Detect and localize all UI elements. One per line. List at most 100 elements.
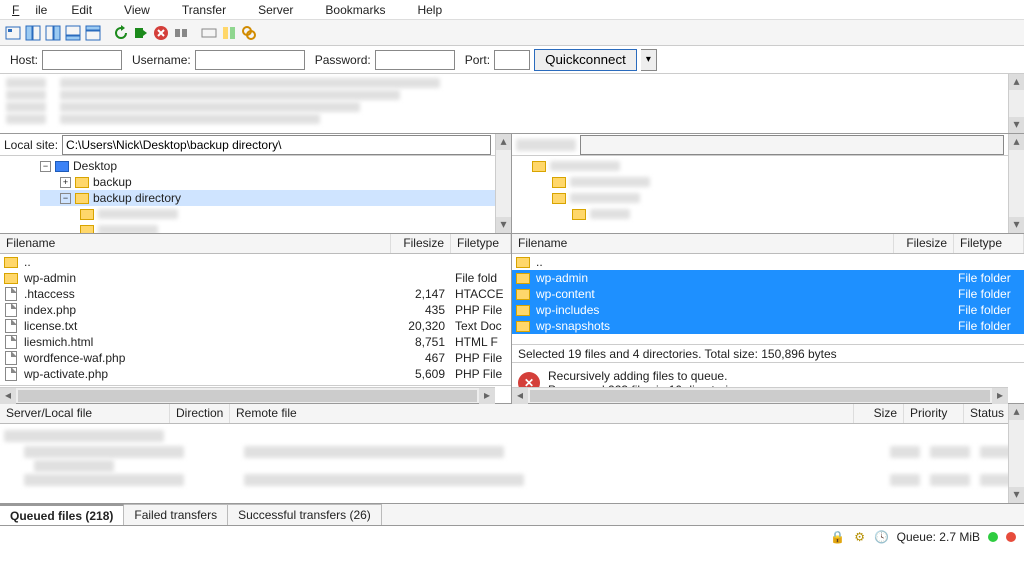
menu-edit[interactable]: Edit (55, 1, 108, 19)
file-icon (5, 367, 17, 381)
site-manager-button[interactable] (4, 24, 22, 42)
folder-icon (572, 209, 586, 220)
gear-icon: ⚙ (853, 530, 867, 544)
folder-icon (516, 257, 530, 268)
col-filesize[interactable]: Filesize (391, 234, 451, 253)
col-filetype[interactable]: Filetype (451, 234, 511, 253)
menu-file[interactable]: File (4, 1, 55, 19)
expand-toggle-icon[interactable]: + (60, 177, 71, 188)
password-input[interactable] (375, 50, 455, 70)
host-input[interactable] (42, 50, 122, 70)
expand-toggle-icon[interactable]: − (60, 193, 71, 204)
table-row[interactable]: wp-contentFile folder (512, 286, 1024, 302)
col-filetype[interactable]: Filetype (954, 234, 1024, 253)
transfer-queue-pane: Server/Local file Direction Remote file … (0, 404, 1024, 504)
lock-icon: 🔒 (831, 530, 845, 544)
toggle-local-tree-button[interactable] (24, 24, 42, 42)
toggle-queue-button[interactable] (64, 24, 82, 42)
table-row[interactable]: wp-snapshotsFile folder (512, 318, 1024, 334)
table-row[interactable]: .htaccess2,147HTACCE (0, 286, 511, 302)
username-label: Username: (132, 53, 191, 67)
local-tree[interactable]: −Desktop +backup −backup directory (0, 156, 511, 233)
menu-server[interactable]: Server (242, 1, 309, 19)
tab-queued-files[interactable]: Queued files (218) (0, 504, 124, 525)
username-input[interactable] (195, 50, 305, 70)
cancel-button[interactable] (152, 24, 170, 42)
compare-button[interactable] (220, 24, 238, 42)
folder-icon (516, 289, 530, 300)
expand-toggle-icon[interactable]: − (40, 161, 51, 172)
local-columns-header[interactable]: Filename Filesize Filetype (0, 234, 511, 254)
local-hscrollbar[interactable]: ◂▸ (0, 387, 495, 403)
col-size[interactable]: Size (854, 404, 904, 423)
log-scrollbar[interactable]: ▴▾ (1008, 74, 1024, 133)
menu-help[interactable]: Help (401, 1, 458, 19)
menu-view[interactable]: View (108, 1, 166, 19)
folder-icon (552, 177, 566, 188)
disconnect-button[interactable] (172, 24, 190, 42)
queue-scrollbar[interactable]: ▴▾ (1008, 404, 1024, 503)
col-serverlocal[interactable]: Server/Local file (0, 404, 170, 423)
remote-tree[interactable] (512, 156, 1024, 224)
reconnect-button[interactable] (200, 24, 218, 42)
queue-rows[interactable] (0, 424, 1024, 490)
local-tree-pane: Local site: ▾ −Desktop +backup −backup d… (0, 134, 512, 233)
remote-path-input[interactable] (580, 135, 1004, 155)
folder-icon (80, 225, 94, 234)
col-remotefile[interactable]: Remote file (230, 404, 854, 423)
statusbar: 🔒 ⚙ 🕓 Queue: 2.7 MiB (0, 526, 1024, 548)
local-file-list-pane: Filename Filesize Filetype ..wp-adminFil… (0, 234, 512, 403)
col-filename[interactable]: Filename (0, 234, 391, 253)
col-filesize[interactable]: Filesize (894, 234, 954, 253)
remote-tree-scrollbar[interactable]: ▴▾ (1008, 134, 1024, 233)
filter-button[interactable] (240, 24, 258, 42)
tab-failed-transfers[interactable]: Failed transfers (124, 504, 228, 525)
password-label: Password: (315, 53, 371, 67)
menu-bookmarks[interactable]: Bookmarks (309, 1, 401, 19)
tab-successful-transfers[interactable]: Successful transfers (26) (228, 504, 382, 525)
local-file-rows[interactable]: ..wp-adminFile fold.htaccess2,147HTACCEi… (0, 254, 511, 385)
table-row[interactable]: wp-adminFile folder (512, 270, 1024, 286)
table-row[interactable]: license.txt20,320Text Doc (0, 318, 511, 334)
table-row[interactable]: index.php435PHP File (0, 302, 511, 318)
folder-icon (4, 273, 18, 284)
toggle-log-button[interactable] (84, 24, 102, 42)
menu-transfer[interactable]: Transfer (166, 1, 242, 19)
folder-icon (516, 273, 530, 284)
folder-icon (516, 305, 530, 316)
status-indicator-green (988, 532, 998, 542)
table-row[interactable]: wordfence-waf.php467PHP File (0, 350, 511, 366)
port-input[interactable] (494, 50, 530, 70)
table-row[interactable]: wp-includesFile folder (512, 302, 1024, 318)
remote-columns-header[interactable]: Filename Filesize Filetype (512, 234, 1024, 254)
col-direction[interactable]: Direction (170, 404, 230, 423)
folder-icon (532, 161, 546, 172)
queue-size-label: Queue: 2.7 MiB (897, 530, 980, 544)
table-row[interactable]: .. (0, 254, 511, 270)
quickconnect-history-button[interactable]: ▾ (641, 49, 657, 71)
remote-hscrollbar[interactable]: ◂▸ (512, 387, 1008, 403)
status-indicator-red (1006, 532, 1016, 542)
folder-icon (4, 257, 18, 268)
table-row[interactable]: .. (512, 254, 1024, 270)
table-row[interactable]: wp-activate.php5,609PHP File (0, 366, 511, 382)
quickconnect-button[interactable]: Quickconnect (534, 49, 637, 71)
col-priority[interactable]: Priority (904, 404, 964, 423)
queue-tabs: Queued files (218) Failed transfers Succ… (0, 504, 1024, 526)
time-icon: 🕓 (875, 530, 889, 544)
local-tree-scrollbar[interactable]: ▴▾ (495, 134, 511, 233)
process-queue-button[interactable] (132, 24, 150, 42)
file-icon (5, 287, 17, 301)
host-label: Host: (10, 53, 38, 67)
col-filename[interactable]: Filename (512, 234, 894, 253)
toggle-remote-tree-button[interactable] (44, 24, 62, 42)
refresh-button[interactable] (112, 24, 130, 42)
file-icon (5, 351, 17, 365)
table-row[interactable]: liesmich.html8,751HTML F (0, 334, 511, 350)
table-row[interactable]: wp-adminFile fold (0, 270, 511, 286)
remote-file-rows[interactable]: ..wp-adminFile folderwp-contentFile fold… (512, 254, 1024, 344)
toolbar (0, 20, 1024, 46)
local-path-input[interactable] (62, 135, 491, 155)
message-log-pane: ▴▾ (0, 74, 1024, 134)
file-icon (5, 319, 17, 333)
